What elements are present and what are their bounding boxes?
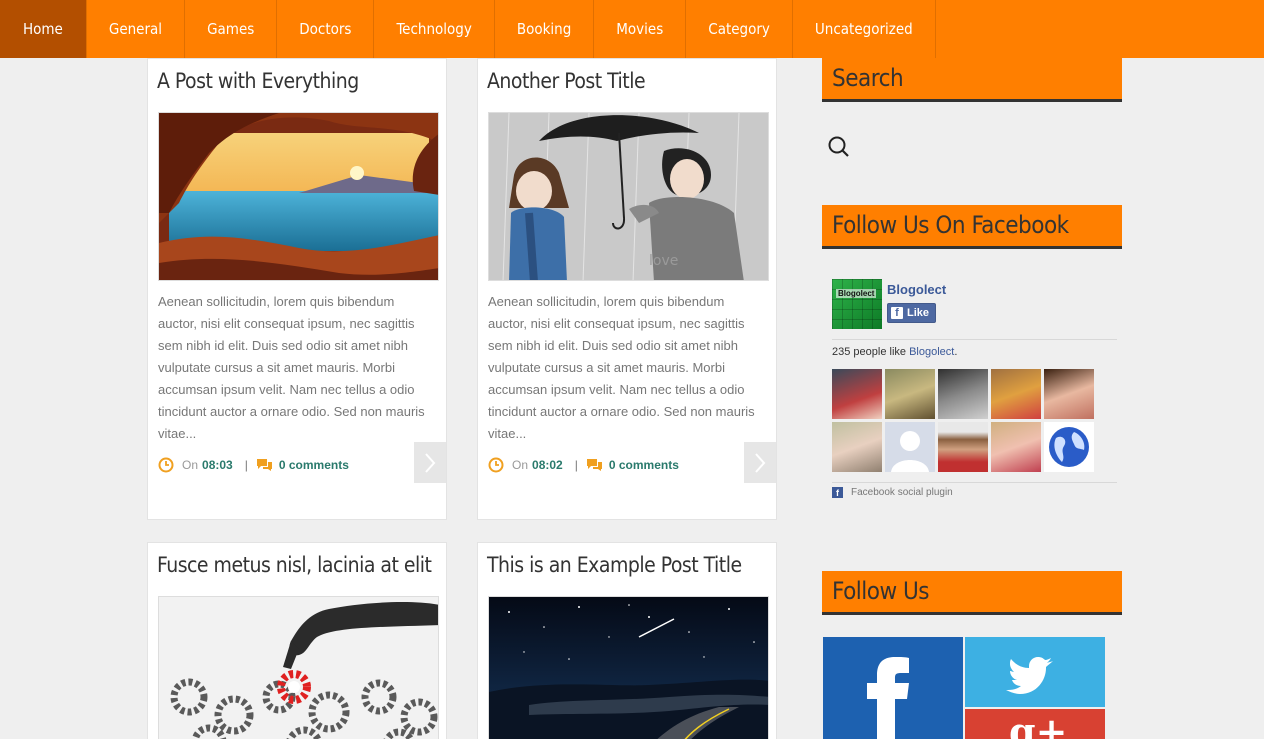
sea-cave-image [159, 113, 438, 280]
post-title[interactable]: A Post with Everything [157, 69, 359, 93]
facebook-like-box: Blogolect Blogolect f Like 235 people li… [826, 268, 1120, 508]
nav-item-games[interactable]: Games [185, 0, 278, 58]
twitter-follow-button[interactable] [965, 637, 1105, 707]
night-road-image [489, 597, 768, 739]
nav-item-category[interactable]: Category [686, 0, 793, 58]
search-title-text: Search [832, 64, 904, 92]
comments-icon [586, 459, 602, 471]
facebook-icon: f [891, 307, 903, 319]
fan-avatar[interactable] [1044, 422, 1094, 472]
fan-faces [832, 369, 1097, 472]
nav-item-uncategorized[interactable]: Uncategorized [793, 0, 936, 58]
default-user-icon [891, 431, 929, 472]
meta-separator: | [574, 458, 578, 472]
read-more-button[interactable] [414, 442, 446, 483]
follow-title-text: Follow Us [832, 577, 930, 605]
post-title[interactable]: This is an Example Post Title [487, 553, 742, 577]
clock-icon [488, 457, 504, 473]
post-card: This is an Example Post Title [477, 542, 777, 739]
main-navigation: Home General Games Doctors Technology Bo… [0, 0, 1264, 58]
fan-avatar-default[interactable] [885, 422, 935, 472]
fan-avatar[interactable] [1044, 369, 1094, 419]
post-card: Fusce metus nisl, lacinia at elit [147, 542, 447, 739]
search-icon [828, 136, 849, 157]
globe-icon [1049, 427, 1089, 467]
like-label: Like [907, 307, 930, 319]
twitter-icon [1006, 657, 1053, 694]
like-count-suffix: . [954, 346, 958, 358]
fan-avatar[interactable] [938, 422, 988, 472]
facebook-follow-button[interactable] [823, 637, 963, 739]
nav-item-booking[interactable]: Booking [495, 0, 595, 58]
nav-item-general[interactable]: General [87, 0, 186, 58]
page-logo[interactable]: Blogolect [832, 279, 882, 329]
post-comments-link[interactable]: 0 comments [609, 458, 679, 472]
read-more-button[interactable] [744, 442, 776, 483]
post-comments-link[interactable]: 0 comments [279, 458, 349, 472]
post-excerpt: Aenean sollicitudin, lorem quis bibendum… [488, 294, 755, 441]
facebook-title-text: Follow Us On Facebook [832, 211, 1069, 239]
post-thumbnail-night-road[interactable] [488, 596, 769, 739]
fan-avatar[interactable] [938, 369, 988, 419]
post-time[interactable]: 08:02 [532, 458, 563, 472]
nav-item-home[interactable]: Home [0, 0, 87, 58]
post-title[interactable]: Another Post Title [487, 69, 646, 93]
post-thumbnail-sea-cave[interactable] [158, 112, 439, 281]
post-time[interactable]: 08:03 [202, 458, 233, 472]
post-meta: On 08:03 | 0 comments [158, 455, 349, 475]
post-card: Another Post Title love Aenean sollicitu… [477, 58, 777, 520]
nav-item-doctors[interactable]: Doctors [277, 0, 375, 58]
post-thumbnail-gears[interactable] [158, 596, 439, 739]
facebook-social-plugin-label: f Facebook social plugin [832, 487, 953, 498]
search-button[interactable] [826, 134, 854, 162]
post-meta: On 08:02 | 0 comments [488, 455, 679, 475]
comments-icon [256, 459, 272, 471]
post-card: A Post with Everything Aenean sollicitud [147, 58, 447, 520]
page-name-link[interactable]: Blogolect [887, 282, 946, 297]
google-plus-icon: g+ [1009, 709, 1068, 739]
plugin-label-text[interactable]: Facebook social plugin [851, 487, 953, 498]
search-widget-title: Search [822, 58, 1122, 102]
post-excerpt: Aenean sollicitudin, lorem quis bibendum… [158, 294, 425, 441]
like-count-text: 235 people like [832, 346, 907, 358]
like-count: 235 people like Blogolect. [832, 346, 957, 358]
fan-avatar[interactable] [991, 422, 1041, 472]
gears-hand-image [159, 597, 438, 739]
nav-item-movies[interactable]: Movies [594, 0, 687, 58]
meta-separator: | [244, 458, 248, 472]
svg-text:love: love [649, 253, 678, 269]
nav-item-technology[interactable]: Technology [374, 0, 495, 58]
clock-icon [158, 457, 174, 473]
follow-widget-title: Follow Us [822, 571, 1122, 615]
facebook-like-button[interactable]: f Like [887, 303, 936, 323]
facebook-icon: f [832, 487, 843, 498]
fan-avatar[interactable] [832, 422, 882, 472]
umbrella-couple-image: love [489, 113, 768, 280]
chevron-right-icon [755, 452, 766, 473]
google-plus-follow-button[interactable]: g+ [965, 709, 1105, 739]
fan-avatar[interactable] [832, 369, 882, 419]
page-logo-text: Blogolect [836, 289, 877, 298]
fan-avatar[interactable] [991, 369, 1041, 419]
chevron-right-icon [425, 452, 436, 473]
post-date-label: On [512, 458, 529, 472]
facebook-icon [867, 657, 909, 739]
facebook-widget-title: Follow Us On Facebook [822, 205, 1122, 249]
like-count-page-link[interactable]: Blogolect [909, 346, 954, 358]
post-title[interactable]: Fusce metus nisl, lacinia at elit [157, 553, 432, 577]
fan-avatar[interactable] [885, 369, 935, 419]
post-thumbnail-umbrella[interactable]: love [488, 112, 769, 281]
post-date-label: On [182, 458, 199, 472]
